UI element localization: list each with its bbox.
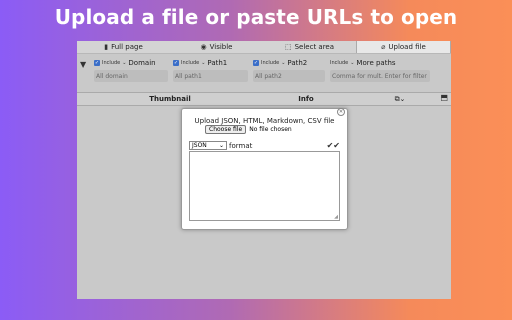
chevron-down-icon: ⌄: [218, 142, 224, 149]
include-label: Include: [330, 60, 349, 66]
tab-full-page[interactable]: ▮ Full page: [77, 41, 170, 53]
format-label: format: [229, 141, 253, 150]
format-value: JSON: [192, 142, 207, 149]
include-label: Include: [102, 60, 121, 66]
filter-path2: ✓ Include ⌄ Path2 All path2: [253, 58, 325, 92]
path1-filter-input[interactable]: All path1: [173, 70, 248, 82]
page-icon: ▮: [104, 43, 109, 51]
resize-grip-icon[interactable]: ◢: [334, 214, 338, 220]
url-textarea[interactable]: ◢: [189, 151, 340, 221]
include-checkbox[interactable]: ✓: [253, 60, 259, 66]
tab-label: Full page: [111, 43, 143, 51]
upload-title: Upload JSON, HTML, Markdown, CSV file: [194, 117, 335, 125]
chevron-down-icon[interactable]: ⌄: [201, 60, 205, 66]
tab-label: Upload file: [388, 43, 426, 51]
file-picker: Choose file No file chosen: [205, 125, 292, 134]
filter-bar: ▼ ✓ Include ⌄ Domain All domain ✓ Includ…: [77, 54, 451, 92]
chevron-down-icon[interactable]: ⌄: [281, 60, 285, 66]
domain-filter-input[interactable]: All domain: [94, 70, 168, 82]
filter-path1: ✓ Include ⌄ Path1 All path1: [173, 58, 248, 92]
table-header: Thumbnail Info ⧉⌄: [77, 92, 451, 106]
include-checkbox[interactable]: ✓: [173, 60, 179, 66]
chevron-down-icon[interactable]: ⌄: [350, 60, 354, 66]
tab-visible[interactable]: ◉ Visible: [170, 41, 263, 53]
column-header-info[interactable]: Info: [263, 95, 349, 103]
format-row: JSON ⌄ format ✔✔: [189, 141, 340, 150]
more-paths-input[interactable]: Comma for mult. Enter for filter: [330, 70, 430, 82]
format-select[interactable]: JSON ⌄: [189, 141, 227, 150]
include-label: Include: [181, 60, 200, 66]
close-icon[interactable]: ✕: [337, 108, 345, 116]
include-checkbox[interactable]: ✓: [94, 60, 100, 66]
upload-dialog: ✕ Upload JSON, HTML, Markdown, CSV file …: [181, 108, 348, 230]
select-area-icon: ⬚: [284, 43, 292, 51]
include-label: Include: [261, 60, 280, 66]
filter-label: Path2: [287, 59, 308, 67]
file-status: No file chosen: [249, 126, 292, 133]
chevron-down-icon[interactable]: ⌄: [122, 60, 126, 66]
path2-filter-input[interactable]: All path2: [253, 70, 325, 82]
page-headline: Upload a file or paste URLs to open: [54, 5, 458, 29]
double-check-icon[interactable]: ✔✔: [327, 141, 340, 150]
open-links-icon[interactable]: ⧉⌄: [349, 95, 451, 104]
filter-label: Path1: [207, 59, 228, 67]
eye-icon: ◉: [200, 43, 207, 51]
filter-label: Domain: [128, 59, 156, 67]
filter-more-paths: Include ⌄ More paths Comma for mult. Ent…: [330, 58, 430, 92]
capture-tabs: ▮ Full page ◉ Visible ⬚ Select area ⌀ Up…: [77, 41, 451, 54]
tab-label: Visible: [209, 43, 233, 51]
filter-domain: ✓ Include ⌄ Domain All domain: [94, 58, 168, 92]
column-header-thumbnail[interactable]: Thumbnail: [77, 95, 263, 103]
tab-upload-file[interactable]: ⌀ Upload file: [356, 41, 451, 53]
tab-select-area[interactable]: ⬚ Select area: [263, 41, 356, 53]
export-icon[interactable]: ⬒: [440, 93, 448, 102]
tab-label: Select area: [294, 43, 335, 51]
paperclip-icon: ⌀: [381, 43, 386, 51]
funnel-icon[interactable]: ▼: [80, 58, 94, 92]
choose-file-button[interactable]: Choose file: [205, 125, 247, 134]
filter-label: More paths: [356, 59, 396, 67]
